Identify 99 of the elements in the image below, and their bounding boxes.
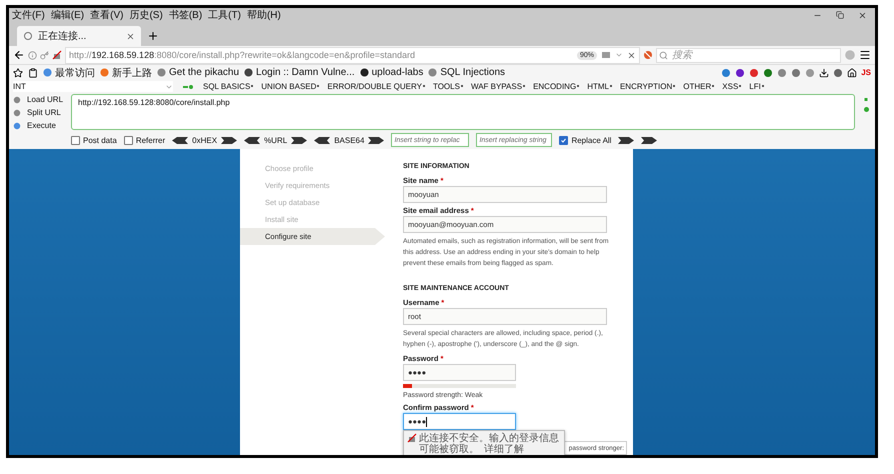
left-arrow-button[interactable] xyxy=(172,136,188,144)
caret-icon xyxy=(762,85,765,88)
left-arrow-button[interactable] xyxy=(244,136,260,144)
favicon-icon xyxy=(244,68,254,77)
right-arrow-button[interactable] xyxy=(618,136,634,144)
right-arrow-button[interactable] xyxy=(291,136,308,144)
encoder-label: 0xHEX xyxy=(192,136,218,144)
menu-icon[interactable] xyxy=(859,49,871,61)
caret-icon xyxy=(577,85,580,88)
left-arrow-button[interactable] xyxy=(314,136,330,144)
key-icon xyxy=(40,50,49,60)
dropdown-icon[interactable] xyxy=(615,51,623,59)
close-icon[interactable] xyxy=(858,10,867,20)
caret-icon xyxy=(673,85,676,88)
favicon-icon xyxy=(100,68,109,77)
search-icon xyxy=(659,50,668,60)
addon-icon xyxy=(763,68,774,78)
caret-icon xyxy=(317,85,320,88)
close-icon[interactable] xyxy=(126,32,135,40)
hackbar-menu[interactable]: WAF BYPASS xyxy=(470,82,526,91)
hackbar-menu[interactable]: SQL BASICS xyxy=(203,82,254,91)
hackbar-menu[interactable]: ENCODING xyxy=(533,82,580,91)
clipboard-icon[interactable] xyxy=(28,68,38,78)
back-icon[interactable] xyxy=(13,49,25,61)
insecure-lock-icon xyxy=(52,50,62,60)
caret-icon xyxy=(422,85,426,88)
hackbar-action[interactable]: Load URL xyxy=(13,94,65,105)
favicon-icon xyxy=(157,68,166,77)
stop-icon[interactable] xyxy=(627,50,636,60)
checkbox[interactable] xyxy=(71,136,80,144)
addon-icon xyxy=(833,68,844,78)
menu-item[interactable]: 文件(F) xyxy=(12,8,45,22)
text-cursor xyxy=(426,416,428,427)
menu-item[interactable]: 书签(B) xyxy=(168,8,202,22)
menu-item[interactable]: 查看(V) xyxy=(90,8,124,22)
right-arrow-button[interactable] xyxy=(368,136,384,144)
caret-icon xyxy=(610,85,613,88)
hackbar-action[interactable]: Split URL xyxy=(13,107,65,118)
download-icon[interactable] xyxy=(819,68,830,78)
star-icon[interactable] xyxy=(13,68,23,78)
right-arrow-button[interactable] xyxy=(641,136,658,144)
favicon-icon xyxy=(43,68,52,77)
bookmark-link[interactable]: Login :: Damn Vulne... xyxy=(244,67,355,78)
hackbar-menu[interactable]: OTHER xyxy=(683,82,716,91)
addon-icon xyxy=(735,68,746,78)
block-icon xyxy=(643,50,653,60)
browser-tab[interactable]: 正在连接... xyxy=(17,26,141,46)
hackbar-menu[interactable]: UNION BASED xyxy=(261,82,320,91)
new-tab-icon[interactable] xyxy=(147,30,159,42)
search-field[interactable]: 搜索 xyxy=(656,48,841,62)
encoder-label: BASE64 xyxy=(334,136,364,144)
checkbox-label: Referrer xyxy=(136,136,166,144)
menu-item[interactable]: 编辑(E) xyxy=(50,8,84,22)
caret-icon xyxy=(523,85,526,88)
dash-icon xyxy=(863,98,869,101)
hackbar-menu[interactable]: LFI xyxy=(749,82,765,91)
bookmark-link[interactable]: 最常访问 xyxy=(43,66,95,80)
menu-item[interactable]: 帮助(H) xyxy=(246,8,281,22)
learn-more-link[interactable]: 详细了解 xyxy=(484,444,524,455)
hackbar-menu[interactable]: ERROR/DOUBLE QUERY xyxy=(327,82,426,91)
popup-text: 此连接不安全。输入的登录信息可能被窃取。 详细了解 xyxy=(419,433,560,455)
addon-icon xyxy=(805,68,816,78)
home-icon[interactable] xyxy=(847,68,858,78)
url-textarea[interactable]: http://192.168.59.128:8080/core/install.php xyxy=(71,94,855,130)
favicon-icon xyxy=(360,68,369,77)
info-icon[interactable] xyxy=(28,50,37,60)
spinner-icon xyxy=(23,31,33,41)
right-arrow-button[interactable] xyxy=(221,136,238,144)
checkbox-label: Replace All xyxy=(571,136,612,144)
bookmark-link[interactable]: Get the pikachu xyxy=(157,67,240,78)
favicon-icon xyxy=(428,68,438,77)
caret-icon xyxy=(251,85,254,88)
caret-icon xyxy=(739,85,742,88)
restore-icon[interactable] xyxy=(836,11,844,19)
addon-icon xyxy=(721,68,732,78)
bookmark-link[interactable]: upload-labs xyxy=(360,67,424,78)
tab-title: 正在连接... xyxy=(38,30,88,43)
js-badge[interactable]: JS xyxy=(861,68,871,77)
encoding-select[interactable]: INT xyxy=(13,81,173,92)
hackbar-menu[interactable]: XSS xyxy=(722,82,742,91)
hackbar-menu[interactable]: ENCRYPTION xyxy=(620,82,676,91)
insecure-lock-icon xyxy=(407,433,417,444)
hackbar-menu[interactable]: TOOLS xyxy=(432,82,464,91)
checkbox-label: Post data xyxy=(83,136,117,144)
checkbox[interactable] xyxy=(559,136,568,144)
dot-icon xyxy=(864,107,868,112)
caret-icon xyxy=(712,85,716,88)
encoder-label: %URL xyxy=(264,136,288,144)
menu-item[interactable]: 工具(T) xyxy=(208,8,241,22)
addon-icon xyxy=(791,68,802,78)
menu-item[interactable]: 历史(S) xyxy=(129,8,163,22)
bookmark-link[interactable]: SQL Injections xyxy=(428,67,506,78)
hackbar-action[interactable]: Execute xyxy=(13,120,65,131)
bookmark-link[interactable]: 新手上路 xyxy=(100,66,152,80)
checkbox[interactable] xyxy=(124,136,133,144)
addon-icon xyxy=(777,68,788,78)
caret-icon xyxy=(460,85,464,88)
hackbar-menu[interactable]: HTML xyxy=(587,82,613,91)
addon-icon xyxy=(749,68,760,78)
